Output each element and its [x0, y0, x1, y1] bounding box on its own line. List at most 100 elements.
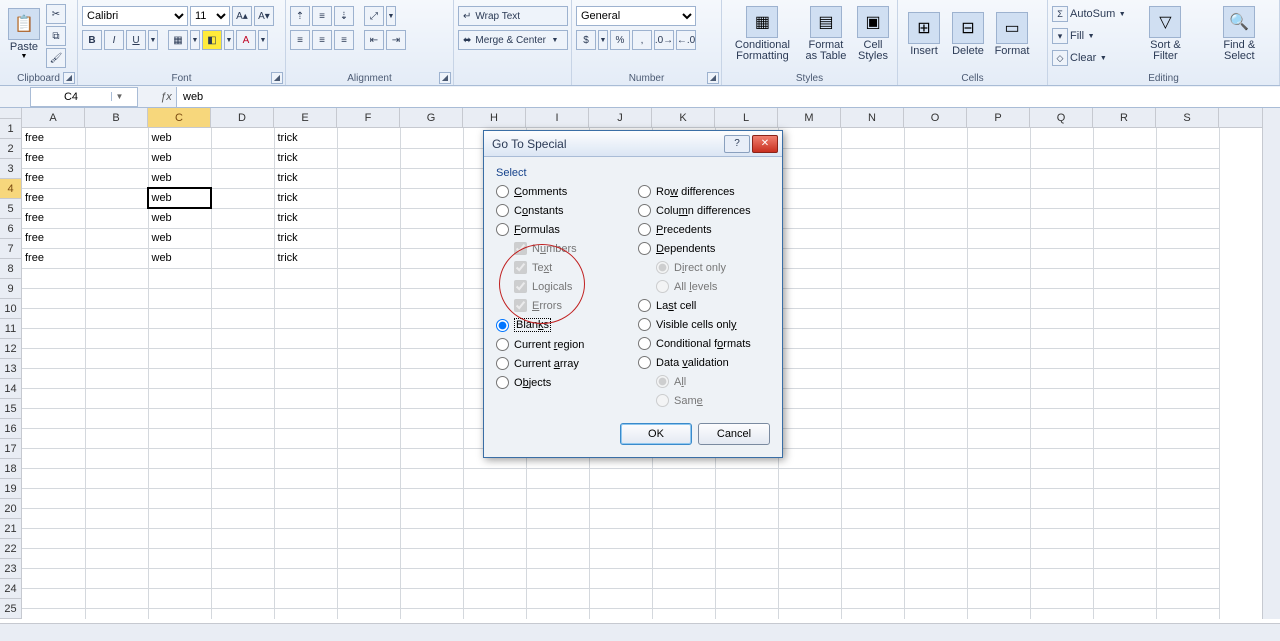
cell[interactable]: [1093, 588, 1156, 608]
cell[interactable]: [526, 508, 589, 528]
cell[interactable]: [1156, 448, 1219, 468]
column-header[interactable]: E: [274, 108, 337, 127]
option-current-array[interactable]: Current array: [496, 357, 628, 370]
cell[interactable]: [85, 348, 148, 368]
cell[interactable]: [337, 308, 400, 328]
cell[interactable]: [904, 508, 967, 528]
cell[interactable]: trick: [274, 128, 337, 148]
cell[interactable]: [526, 528, 589, 548]
cell[interactable]: [967, 428, 1030, 448]
row-header[interactable]: 9: [0, 279, 21, 299]
cell[interactable]: [148, 548, 211, 568]
cell[interactable]: [967, 348, 1030, 368]
cell[interactable]: [274, 428, 337, 448]
cell[interactable]: [211, 188, 274, 208]
row-header[interactable]: 20: [0, 499, 21, 519]
cell[interactable]: [589, 468, 652, 488]
option-objects[interactable]: Objects: [496, 376, 628, 389]
underline-button[interactable]: U: [126, 30, 146, 50]
cell[interactable]: [85, 128, 148, 148]
cell[interactable]: [1156, 148, 1219, 168]
cell[interactable]: [1156, 208, 1219, 228]
name-box[interactable]: ▼: [30, 87, 138, 107]
cut-button[interactable]: ✂: [46, 4, 66, 24]
cell[interactable]: [1030, 248, 1093, 268]
cell[interactable]: [148, 488, 211, 508]
cell[interactable]: [967, 228, 1030, 248]
cell[interactable]: [148, 368, 211, 388]
underline-dropdown[interactable]: ▼: [148, 30, 158, 50]
cell[interactable]: [148, 328, 211, 348]
cell[interactable]: [1093, 528, 1156, 548]
cell[interactable]: [904, 488, 967, 508]
cell[interactable]: [400, 128, 463, 148]
cell[interactable]: [274, 508, 337, 528]
conditional-formatting-button[interactable]: ▦Conditional Formatting: [726, 2, 799, 66]
cell[interactable]: [400, 168, 463, 188]
cell[interactable]: [22, 368, 85, 388]
cell[interactable]: [841, 348, 904, 368]
cell[interactable]: free: [22, 208, 85, 228]
column-header[interactable]: C: [148, 108, 211, 127]
clipboard-launcher[interactable]: ◢: [63, 72, 75, 84]
cell[interactable]: [1093, 548, 1156, 568]
cell[interactable]: trick: [274, 228, 337, 248]
row-header[interactable]: 19: [0, 479, 21, 499]
cell[interactable]: [211, 408, 274, 428]
cell[interactable]: [967, 608, 1030, 619]
cell[interactable]: [904, 568, 967, 588]
cell[interactable]: [967, 528, 1030, 548]
cell[interactable]: [337, 288, 400, 308]
cell[interactable]: [778, 268, 841, 288]
cell[interactable]: [22, 408, 85, 428]
cell[interactable]: trick: [274, 148, 337, 168]
help-button[interactable]: ?: [724, 135, 750, 153]
decrease-font-button[interactable]: A▾: [254, 6, 274, 26]
cell[interactable]: [337, 528, 400, 548]
cell[interactable]: [904, 608, 967, 619]
cell[interactable]: web: [148, 248, 211, 268]
cell[interactable]: free: [22, 148, 85, 168]
cell[interactable]: [1030, 588, 1093, 608]
row-header[interactable]: 4: [0, 179, 21, 199]
cell[interactable]: [1156, 508, 1219, 528]
cell[interactable]: [1030, 488, 1093, 508]
cell[interactable]: [778, 548, 841, 568]
cell[interactable]: [967, 328, 1030, 348]
cell[interactable]: web: [148, 188, 211, 208]
cell[interactable]: trick: [274, 188, 337, 208]
cell[interactable]: [715, 468, 778, 488]
cell[interactable]: [778, 408, 841, 428]
cell[interactable]: free: [22, 248, 85, 268]
cell[interactable]: [337, 248, 400, 268]
cell[interactable]: [1030, 128, 1093, 148]
cell[interactable]: [85, 328, 148, 348]
alignment-launcher[interactable]: ◢: [439, 72, 451, 84]
cell[interactable]: [904, 308, 967, 328]
copy-button[interactable]: ⧉: [46, 26, 66, 46]
column-header[interactable]: A: [22, 108, 85, 127]
cell[interactable]: [967, 268, 1030, 288]
cell[interactable]: [463, 568, 526, 588]
horizontal-scrollbar[interactable]: [0, 623, 1280, 641]
row-header[interactable]: 16: [0, 419, 21, 439]
cell[interactable]: [400, 468, 463, 488]
fx-icon[interactable]: ƒx: [156, 91, 176, 103]
cell[interactable]: [274, 568, 337, 588]
cell[interactable]: [22, 488, 85, 508]
cell[interactable]: [1093, 248, 1156, 268]
cell[interactable]: [1156, 548, 1219, 568]
cell[interactable]: [904, 128, 967, 148]
cell[interactable]: [841, 428, 904, 448]
currency-dropdown[interactable]: ▼: [598, 30, 608, 50]
cell[interactable]: [85, 568, 148, 588]
cell[interactable]: [1093, 228, 1156, 248]
cell[interactable]: [400, 348, 463, 368]
row-header[interactable]: 2: [0, 139, 21, 159]
cell[interactable]: [1030, 528, 1093, 548]
cell[interactable]: [841, 528, 904, 548]
fill-color-dropdown[interactable]: ▼: [224, 30, 234, 50]
row-header[interactable]: 12: [0, 339, 21, 359]
cell[interactable]: [148, 428, 211, 448]
option-constants[interactable]: Constants: [496, 204, 628, 217]
